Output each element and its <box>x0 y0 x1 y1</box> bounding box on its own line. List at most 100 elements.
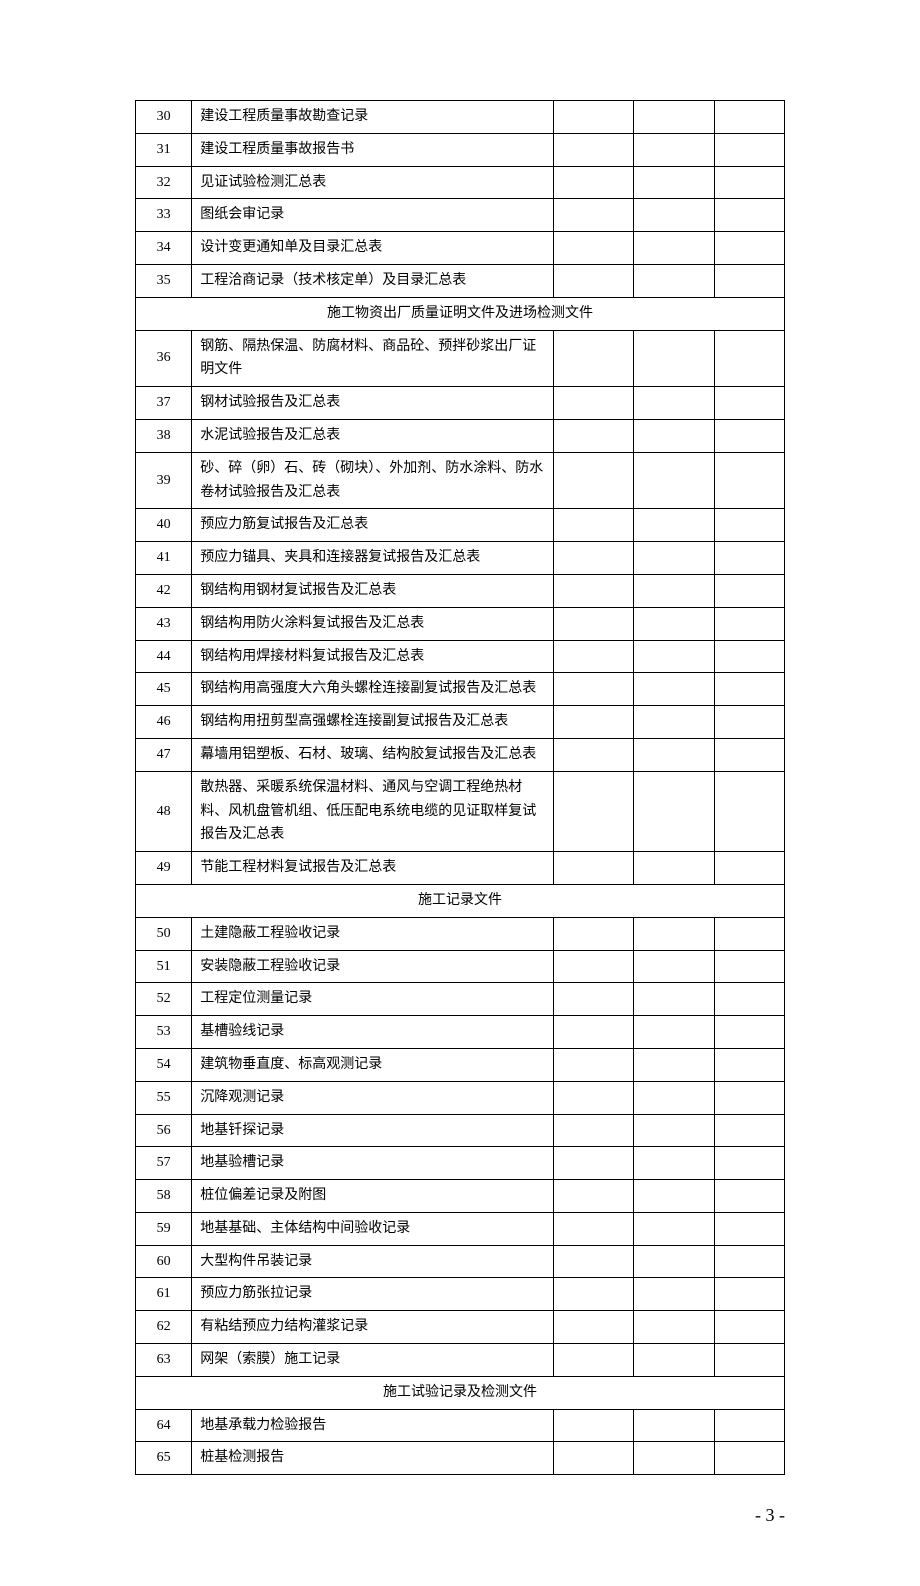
row-col-3 <box>553 1048 633 1081</box>
row-number: 65 <box>136 1442 192 1475</box>
row-col-3 <box>553 1409 633 1442</box>
row-number: 52 <box>136 983 192 1016</box>
section-heading: 施工记录文件 <box>136 884 785 917</box>
row-col-5 <box>714 1114 784 1147</box>
table-row: 38水泥试验报告及汇总表 <box>136 419 785 452</box>
row-col-4 <box>634 1311 714 1344</box>
row-col-3 <box>553 330 633 387</box>
row-description: 钢筋、隔热保温、防腐材料、商品砼、预拌砂浆出厂证明文件 <box>192 330 554 387</box>
page-number: - 3 - <box>135 1505 785 1526</box>
row-col-5 <box>714 983 784 1016</box>
row-col-4 <box>634 101 714 134</box>
row-col-3 <box>553 101 633 134</box>
row-col-4 <box>634 1344 714 1377</box>
row-col-4 <box>634 640 714 673</box>
table-row: 41预应力锚具、夹具和连接器复试报告及汇总表 <box>136 542 785 575</box>
row-col-3 <box>553 607 633 640</box>
row-description: 幕墙用铝塑板、石材、玻璃、结构胶复试报告及汇总表 <box>192 738 554 771</box>
row-number: 38 <box>136 419 192 452</box>
table-row: 37钢材试验报告及汇总表 <box>136 387 785 420</box>
table-row: 40预应力筋复试报告及汇总表 <box>136 509 785 542</box>
row-description: 钢结构用扭剪型高强螺栓连接副复试报告及汇总表 <box>192 706 554 739</box>
row-col-4 <box>634 1278 714 1311</box>
row-description: 见证试验检测汇总表 <box>192 166 554 199</box>
table-row: 43钢结构用防火涂料复试报告及汇总表 <box>136 607 785 640</box>
row-number: 51 <box>136 950 192 983</box>
row-col-3 <box>553 232 633 265</box>
row-col-3 <box>553 1278 633 1311</box>
row-number: 55 <box>136 1081 192 1114</box>
row-description: 预应力锚具、夹具和连接器复试报告及汇总表 <box>192 542 554 575</box>
row-col-5 <box>714 1409 784 1442</box>
row-col-5 <box>714 1344 784 1377</box>
table-row: 64地基承载力检验报告 <box>136 1409 785 1442</box>
row-col-5 <box>714 771 784 851</box>
row-col-4 <box>634 607 714 640</box>
row-col-3 <box>553 1245 633 1278</box>
row-col-3 <box>553 640 633 673</box>
row-number: 35 <box>136 264 192 297</box>
table-row: 58桩位偏差记录及附图 <box>136 1180 785 1213</box>
row-number: 64 <box>136 1409 192 1442</box>
row-col-3 <box>553 738 633 771</box>
row-number: 32 <box>136 166 192 199</box>
row-col-4 <box>634 1442 714 1475</box>
row-col-5 <box>714 950 784 983</box>
row-col-4 <box>634 983 714 1016</box>
row-col-3 <box>553 1081 633 1114</box>
row-description: 沉降观测记录 <box>192 1081 554 1114</box>
table-row: 55沉降观测记录 <box>136 1081 785 1114</box>
row-col-4 <box>634 1081 714 1114</box>
table-row: 49节能工程材料复试报告及汇总表 <box>136 852 785 885</box>
document-table: 30建设工程质量事故勘查记录31建设工程质量事故报告书32见证试验检测汇总表33… <box>135 100 785 1475</box>
row-col-3 <box>553 419 633 452</box>
row-col-5 <box>714 852 784 885</box>
row-number: 63 <box>136 1344 192 1377</box>
table-row: 47幕墙用铝塑板、石材、玻璃、结构胶复试报告及汇总表 <box>136 738 785 771</box>
row-number: 49 <box>136 852 192 885</box>
row-col-5 <box>714 232 784 265</box>
row-number: 47 <box>136 738 192 771</box>
row-col-3 <box>553 199 633 232</box>
row-col-5 <box>714 387 784 420</box>
row-col-3 <box>553 452 633 509</box>
row-col-5 <box>714 1180 784 1213</box>
row-col-4 <box>634 509 714 542</box>
row-col-3 <box>553 706 633 739</box>
row-col-5 <box>714 607 784 640</box>
row-col-4 <box>634 452 714 509</box>
table-row: 34设计变更通知单及目录汇总表 <box>136 232 785 265</box>
row-number: 59 <box>136 1212 192 1245</box>
row-col-5 <box>714 509 784 542</box>
row-col-3 <box>553 542 633 575</box>
table-row: 36钢筋、隔热保温、防腐材料、商品砼、预拌砂浆出厂证明文件 <box>136 330 785 387</box>
row-description: 预应力筋复试报告及汇总表 <box>192 509 554 542</box>
row-description: 地基基础、主体结构中间验收记录 <box>192 1212 554 1245</box>
row-col-5 <box>714 101 784 134</box>
row-col-4 <box>634 330 714 387</box>
row-col-5 <box>714 1278 784 1311</box>
table-row: 39砂、碎（卵）石、砖（砌块）、外加剂、防水涂料、防水卷材试验报告及汇总表 <box>136 452 785 509</box>
row-col-5 <box>714 1147 784 1180</box>
row-description: 钢材试验报告及汇总表 <box>192 387 554 420</box>
row-col-5 <box>714 1081 784 1114</box>
table-row: 35工程洽商记录（技术核定单）及目录汇总表 <box>136 264 785 297</box>
row-col-4 <box>634 738 714 771</box>
row-description: 地基钎探记录 <box>192 1114 554 1147</box>
row-col-4 <box>634 166 714 199</box>
row-col-5 <box>714 199 784 232</box>
row-description: 地基承载力检验报告 <box>192 1409 554 1442</box>
row-description: 预应力筋张拉记录 <box>192 1278 554 1311</box>
table-row: 施工试验记录及检测文件 <box>136 1376 785 1409</box>
table-row: 50土建隐蔽工程验收记录 <box>136 917 785 950</box>
table-row: 46钢结构用扭剪型高强螺栓连接副复试报告及汇总表 <box>136 706 785 739</box>
row-col-3 <box>553 1147 633 1180</box>
row-col-4 <box>634 1016 714 1049</box>
row-col-4 <box>634 852 714 885</box>
row-description: 钢结构用防火涂料复试报告及汇总表 <box>192 607 554 640</box>
row-number: 60 <box>136 1245 192 1278</box>
row-description: 大型构件吊装记录 <box>192 1245 554 1278</box>
table-row: 48散热器、采暖系统保温材料、通风与空调工程绝热材料、风机盘管机组、低压配电系统… <box>136 771 785 851</box>
row-col-4 <box>634 771 714 851</box>
table-row: 42钢结构用钢材复试报告及汇总表 <box>136 574 785 607</box>
